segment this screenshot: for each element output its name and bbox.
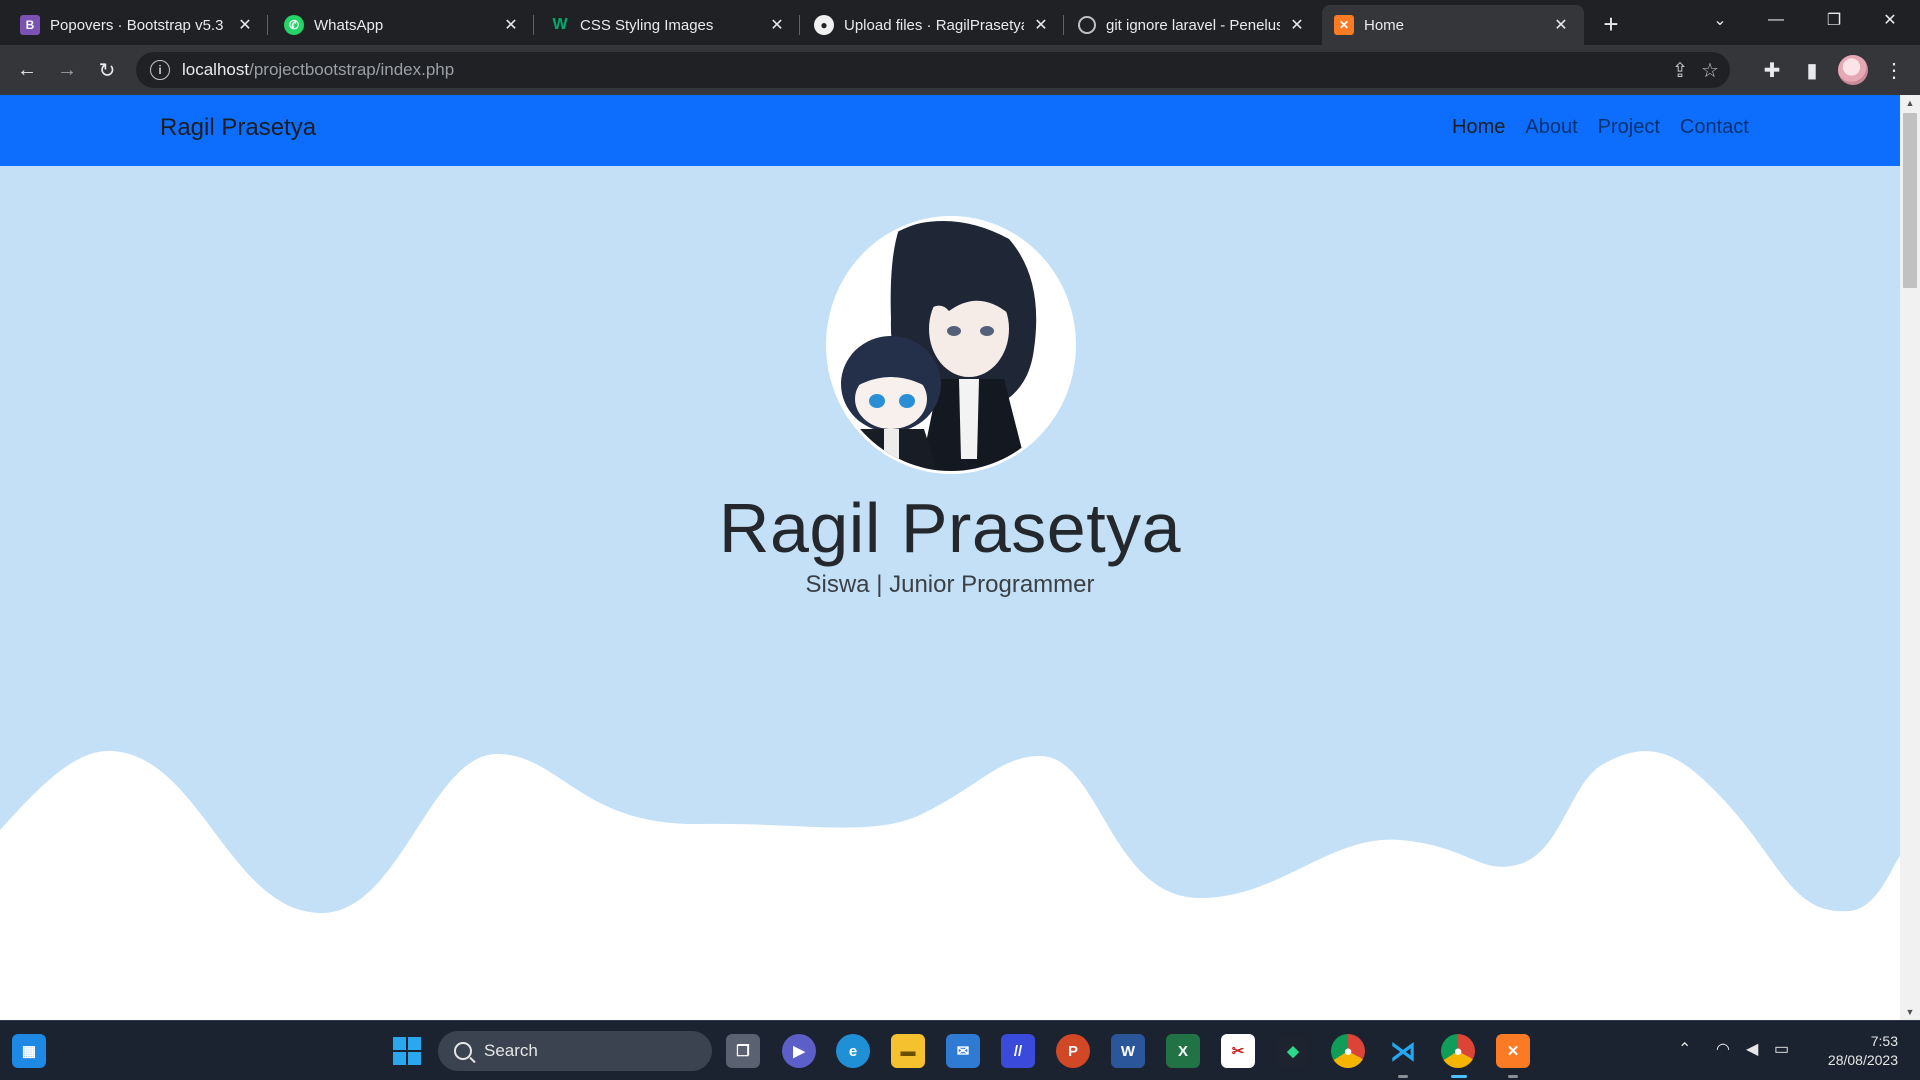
app-icon[interactable]: // [1001, 1034, 1035, 1068]
bootstrap-icon: B [20, 15, 40, 35]
clock-time: 7:53 [1870, 1033, 1898, 1049]
widgets-icon[interactable]: ▦ [12, 1034, 46, 1068]
hero-section: Ragil Prasetya Siswa | Junior Programmer [0, 166, 1900, 1016]
tab-home[interactable]: ✕ Home ✕ [1322, 5, 1584, 45]
page-viewport: Ragil Prasetya Home About Project Contac… [0, 95, 1920, 1020]
xampp-icon: ✕ [1334, 15, 1354, 35]
wifi-icon[interactable]: ◠ [1716, 1039, 1730, 1059]
bookmark-star-icon[interactable]: ☆ [1696, 56, 1724, 84]
w3schools-icon: W [552, 16, 568, 33]
start-icon[interactable] [390, 1034, 424, 1068]
tab-whatsapp[interactable]: ✆ WhatsApp ✕ [272, 5, 534, 45]
tab-search-icon[interactable]: ⌄ [1692, 0, 1748, 40]
share-icon[interactable]: ⇪ [1666, 56, 1694, 84]
tab-strip: B Popovers · Bootstrap v5.3 ✕ ✆ WhatsApp… [0, 0, 1920, 45]
back-icon[interactable]: ← [11, 54, 43, 86]
site-navbar: Ragil Prasetya Home About Project Contac… [0, 95, 1900, 166]
powerpoint-icon[interactable]: P [1056, 1034, 1090, 1068]
globe-icon [1078, 16, 1096, 34]
url-text[interactable]: localhost/projectbootstrap/index.php [182, 60, 454, 80]
extensions-icon[interactable]: ✚ [1756, 54, 1788, 86]
task-view-icon[interactable]: ❐ [726, 1034, 760, 1068]
chrome-icon[interactable]: ● [1331, 1034, 1365, 1068]
tab-title: git ignore laravel - Penelus [1106, 16, 1280, 34]
navbar-brand[interactable]: Ragil Prasetya [160, 114, 316, 142]
app-icon[interactable]: ◆ [1276, 1034, 1310, 1068]
reload-icon[interactable]: ↻ [91, 54, 123, 86]
tab-title: Popovers · Bootstrap v5.3 [50, 16, 224, 34]
volume-icon[interactable]: ◀ [1746, 1039, 1758, 1059]
system-clock[interactable]: 7:53 28/08/2023 [1808, 1032, 1898, 1070]
vscode-icon[interactable]: ⋊ [1386, 1034, 1420, 1068]
whatsapp-icon: ✆ [284, 15, 304, 35]
battery-icon[interactable]: ▭ [1774, 1039, 1789, 1059]
excel-icon[interactable]: X [1166, 1034, 1200, 1068]
close-icon[interactable]: ✕ [768, 16, 786, 34]
tab-css-styling-images[interactable]: W CSS Styling Images ✕ [538, 5, 800, 45]
close-icon[interactable]: ✕ [1552, 16, 1570, 34]
active-indicator [1451, 1075, 1467, 1078]
restore-icon[interactable]: ❐ [1806, 0, 1862, 40]
file-explorer-icon[interactable]: ▬ [891, 1034, 925, 1068]
new-tab-button[interactable]: + [1596, 9, 1626, 39]
close-icon[interactable]: ✕ [236, 16, 254, 34]
snipping-icon[interactable]: ✂ [1221, 1034, 1255, 1068]
chrome-icon[interactable]: ● [1441, 1034, 1475, 1068]
page-scrollbar[interactable]: ▲ ▼ [1900, 95, 1920, 1020]
browser-toolbar: ← → ↻ i localhost/projectbootstrap/index… [0, 45, 1920, 95]
url-host: localhost [182, 60, 250, 79]
close-icon[interactable]: ✕ [502, 16, 520, 34]
tab-github-upload[interactable]: ● Upload files · RagilPrasetya/ ✕ [802, 5, 1064, 45]
side-panel-icon[interactable]: ▮ [1796, 54, 1828, 86]
running-indicator [1398, 1075, 1408, 1078]
scroll-down-icon[interactable]: ▼ [1900, 1004, 1920, 1020]
mail-icon[interactable]: ✉ [946, 1034, 980, 1068]
tab-title: CSS Styling Images [580, 16, 714, 34]
tab-git-ignore[interactable]: git ignore laravel - Penelus ✕ [1066, 5, 1320, 45]
running-indicator [1508, 1075, 1518, 1078]
windows-taskbar: ▦ Search ❐ ▶ e ▬ ✉ // P W X ✂ ◆ ● ⋊ ● ✕ … [0, 1020, 1920, 1080]
address-bar[interactable]: i localhost/projectbootstrap/index.php ⇪… [136, 52, 1730, 88]
hero-wave-shape [0, 750, 1900, 1016]
clock-date: 28/08/2023 [1827, 1052, 1898, 1068]
nav-link-project[interactable]: Project [1598, 116, 1660, 139]
close-icon[interactable]: ✕ [1288, 16, 1306, 34]
word-icon[interactable]: W [1111, 1034, 1145, 1068]
forward-icon[interactable]: → [51, 54, 83, 86]
edge-icon[interactable]: e [836, 1034, 870, 1068]
xampp-icon[interactable]: ✕ [1496, 1034, 1530, 1068]
navbar-links: Home About Project Contact [1452, 116, 1749, 139]
tab-title: Home [1364, 16, 1405, 34]
nav-link-about[interactable]: About [1525, 116, 1577, 139]
scrollbar-thumb[interactable] [1903, 113, 1917, 288]
tab-title: Upload files · RagilPrasetya/ [844, 16, 1024, 34]
scroll-up-icon[interactable]: ▲ [1900, 95, 1920, 111]
taskbar-search[interactable]: Search [438, 1031, 712, 1071]
minimize-icon[interactable]: — [1748, 0, 1804, 40]
tab-title: WhatsApp [314, 16, 384, 34]
url-path: /projectbootstrap/index.php [249, 60, 455, 79]
tab-popovers[interactable]: B Popovers · Bootstrap v5.3 ✕ [8, 5, 268, 45]
menu-icon[interactable]: ⋮ [1878, 54, 1910, 86]
meet-icon[interactable]: ▶ [782, 1034, 816, 1068]
close-window-icon[interactable]: ✕ [1862, 0, 1918, 40]
profile-avatar[interactable] [1838, 55, 1868, 85]
close-icon[interactable]: ✕ [1032, 16, 1050, 34]
nav-link-home[interactable]: Home [1452, 116, 1505, 139]
search-icon [454, 1042, 472, 1060]
show-hidden-icons[interactable]: ⌃ [1678, 1039, 1691, 1059]
github-icon: ● [814, 15, 834, 35]
search-placeholder: Search [484, 1041, 538, 1060]
site-info-icon[interactable]: i [150, 60, 170, 80]
nav-link-contact[interactable]: Contact [1680, 116, 1749, 139]
